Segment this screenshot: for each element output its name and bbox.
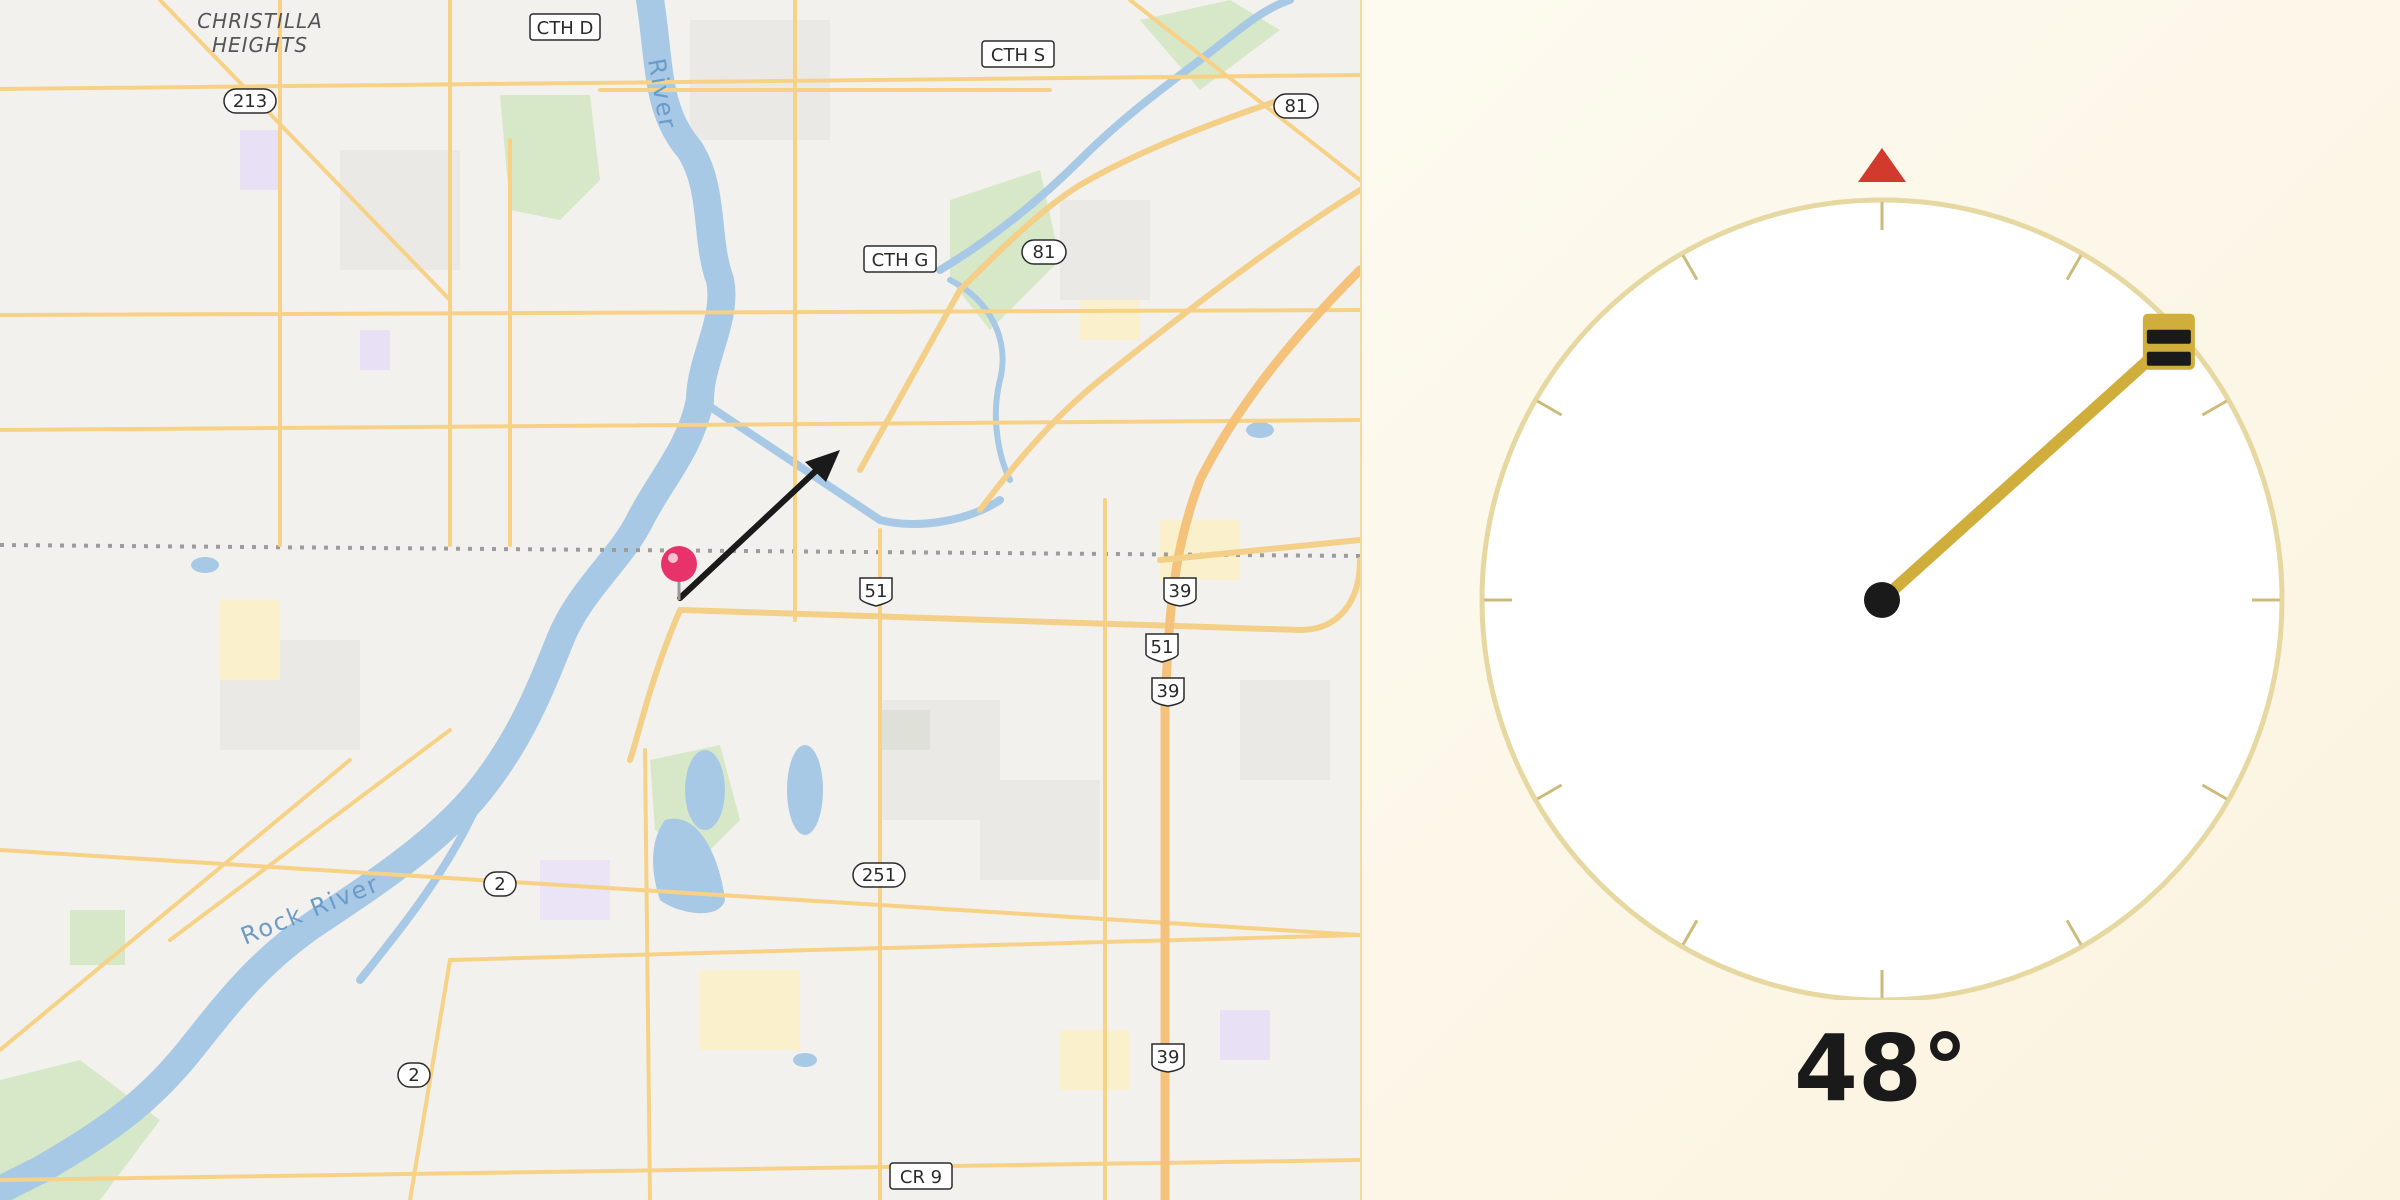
road-label: 251 — [862, 865, 896, 886]
map-panel[interactable]: River Rock River CHRISTILLA HEIGHTS CTH … — [0, 0, 1362, 1200]
road-label: 39 — [1157, 681, 1180, 702]
road-label: 39 — [1169, 581, 1192, 602]
place-label: HEIGHTS — [212, 33, 308, 57]
needle-handle — [2142, 313, 2195, 370]
map-canvas[interactable]: River Rock River CHRISTILLA HEIGHTS CTH … — [0, 0, 1360, 1200]
north-marker-icon — [1858, 148, 1906, 182]
place-label: CHRISTILLA — [197, 9, 323, 33]
road-label: 2 — [408, 1065, 419, 1086]
road-label: 51 — [1151, 637, 1174, 658]
road-label: CTH S — [991, 45, 1045, 66]
compass-panel: 48° — [1362, 0, 2400, 1200]
pin-head — [661, 546, 697, 582]
road-label: 2 — [494, 874, 505, 895]
road-label: 213 — [233, 91, 267, 112]
needle-end-handle-icon — [2142, 313, 2195, 370]
road-label: 39 — [1157, 1047, 1180, 1068]
compass-dial — [1479, 148, 2285, 1000]
road-label: CTH G — [872, 250, 929, 271]
road-label: CR 9 — [900, 1167, 942, 1188]
road-label: CTH D — [537, 18, 594, 39]
heading-readout: 48° — [1793, 1015, 1969, 1122]
road-label: 81 — [1285, 96, 1308, 117]
road-label: 81 — [1033, 242, 1056, 263]
road-label: 51 — [865, 581, 888, 602]
compass-center — [1864, 582, 1900, 618]
